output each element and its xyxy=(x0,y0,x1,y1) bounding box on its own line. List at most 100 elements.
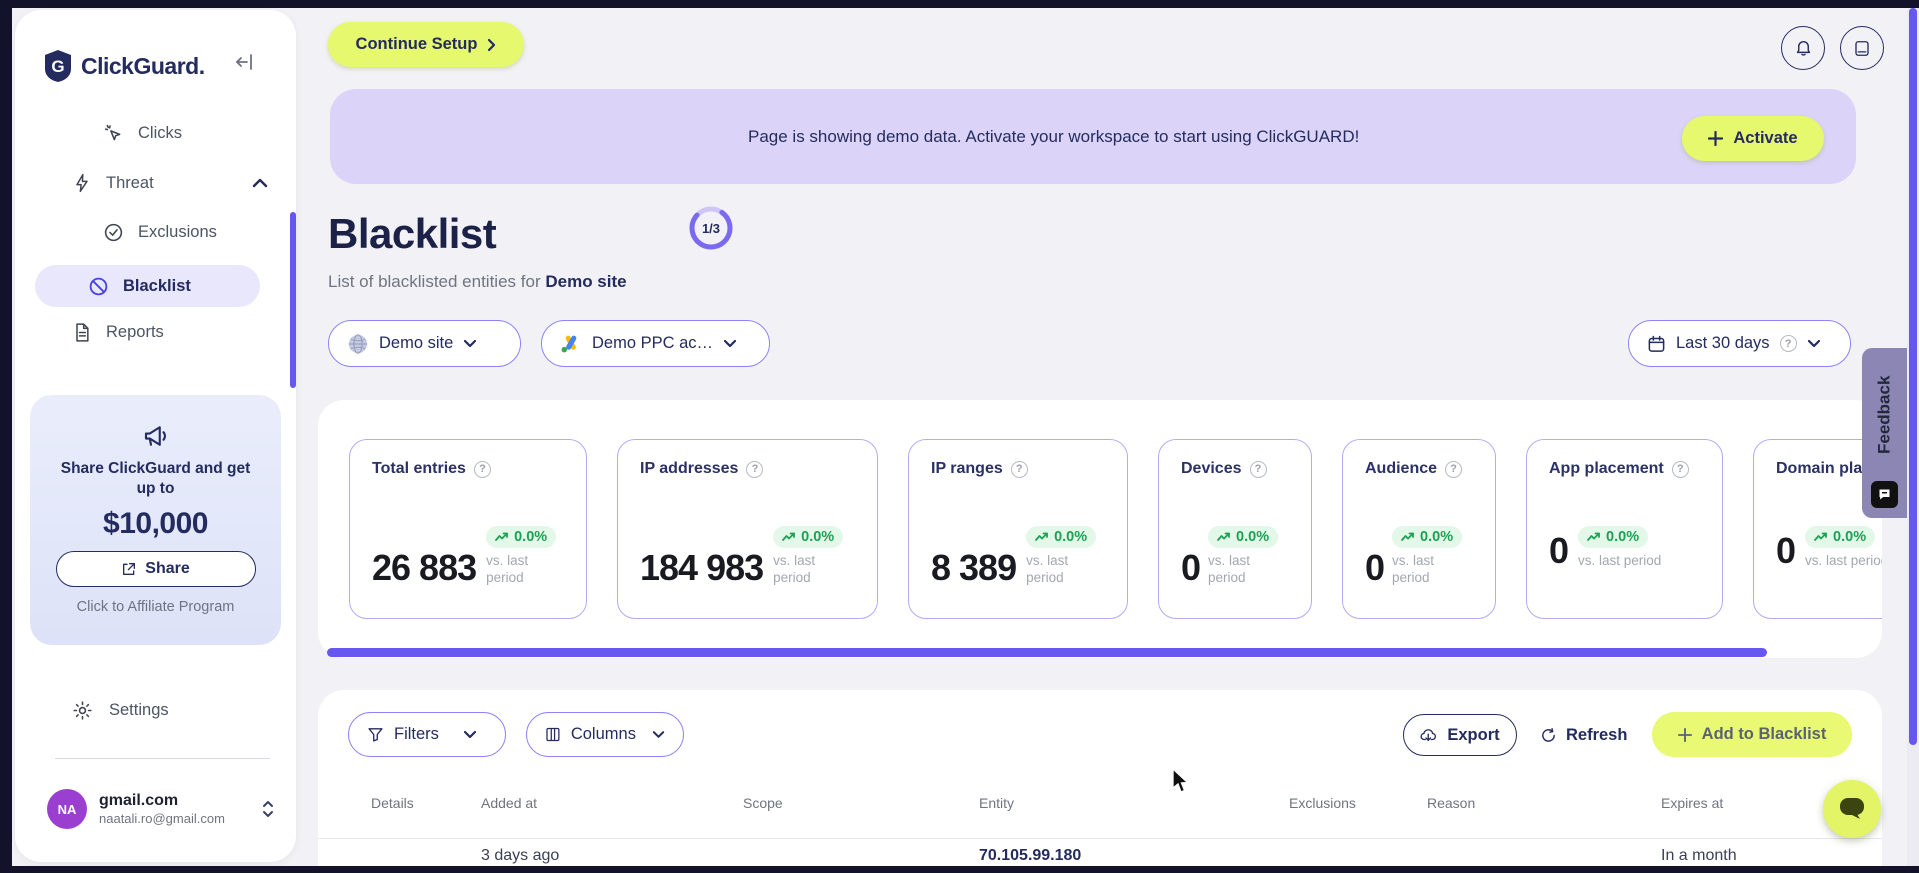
sidebar-item-exclusions[interactable]: Exclusions xyxy=(103,222,217,243)
vs-period-label: vs. last period xyxy=(1805,553,1882,568)
feedback-tab[interactable]: Feedback xyxy=(1862,348,1907,518)
logo: G ClickGuard. xyxy=(43,48,273,84)
columns-icon xyxy=(546,727,560,742)
stat-card-app-placement: App placement? 0 0.0% vs. last period xyxy=(1526,439,1723,619)
column-header-exclusions[interactable]: Exclusions xyxy=(1289,795,1356,811)
delta-badge: 0.0% xyxy=(773,526,844,548)
ppc-account-selector[interactable]: Demo PPC ac… xyxy=(541,320,770,367)
sidebar-item-settings[interactable]: Settings xyxy=(72,700,169,721)
stat-card-total-entries: Total entries? 26 883 0.0% vs. last peri… xyxy=(349,439,587,619)
sidebar-item-label: Threat xyxy=(106,173,154,192)
column-header-details[interactable]: Details xyxy=(371,795,414,811)
sidebar-item-blacklist-active[interactable]: Blacklist xyxy=(35,265,260,307)
trending-up-icon xyxy=(1587,532,1600,541)
filters-dropdown[interactable]: Filters xyxy=(348,712,506,757)
delta-badge: 0.0% xyxy=(1392,526,1463,548)
chevron-down-icon xyxy=(464,339,477,348)
columns-label: Columns xyxy=(570,725,636,743)
sidebar-scrollbar[interactable] xyxy=(290,212,296,388)
site-selector-value: Demo site xyxy=(379,334,454,352)
vs-period-label: vs. last period xyxy=(486,553,529,585)
cloud-download-icon xyxy=(1420,729,1437,741)
column-header-scope[interactable]: Scope xyxy=(743,795,783,811)
help-icon[interactable]: ? xyxy=(746,460,764,478)
ban-icon xyxy=(88,276,109,297)
funnel-icon xyxy=(368,728,383,742)
bell-icon xyxy=(1796,40,1810,56)
cursor-click-icon xyxy=(103,123,124,144)
stat-label: Total entries xyxy=(372,460,466,477)
demo-data-banner: 1/3 Page is showing demo data. Activate … xyxy=(330,89,1856,250)
svg-text:G: G xyxy=(51,57,64,76)
scrollbar-thumb[interactable] xyxy=(327,648,1767,657)
affiliate-link[interactable]: Click to Affiliate Program xyxy=(30,599,281,615)
help-icon[interactable]: ? xyxy=(1671,460,1689,478)
export-button[interactable]: Export xyxy=(1403,714,1517,756)
cards-horizontal-scrollbar[interactable] xyxy=(318,648,1882,657)
columns-dropdown[interactable]: Columns xyxy=(526,712,684,757)
page-title: Blacklist xyxy=(328,210,497,257)
sidebar-item-clicks[interactable]: Clicks xyxy=(103,123,182,144)
delta-badge: 0.0% xyxy=(1208,526,1279,548)
ppc-selector-value: Demo PPC ac… xyxy=(592,334,714,352)
badge-check-icon xyxy=(103,222,124,243)
site-selector[interactable]: Demo site xyxy=(328,320,521,367)
share-button[interactable]: Share xyxy=(55,551,256,587)
trending-up-icon xyxy=(1814,532,1827,541)
calendar-icon xyxy=(1648,335,1665,352)
delta-badge: 0.0% xyxy=(1805,526,1876,548)
sidebar-item-reports[interactable]: Reports xyxy=(72,322,164,343)
megaphone-icon xyxy=(144,426,166,446)
sidebar-item-label: Reports xyxy=(106,323,164,341)
trending-up-icon xyxy=(495,532,509,541)
column-header-expires-at[interactable]: Expires at xyxy=(1661,795,1723,811)
trending-up-icon xyxy=(782,532,796,541)
sidebar-collapse-icon[interactable] xyxy=(235,52,255,72)
refresh-label: Refresh xyxy=(1566,725,1628,744)
add-to-blacklist-button[interactable]: Add to Blacklist xyxy=(1652,712,1852,757)
column-header-entity[interactable]: Entity xyxy=(979,795,1014,811)
column-header-reason[interactable]: Reason xyxy=(1427,795,1475,811)
date-range-selector[interactable]: Last 30 days ? xyxy=(1628,320,1851,367)
trending-up-icon xyxy=(1217,532,1230,541)
subtitle-site-name: Demo site xyxy=(545,272,627,291)
stat-label: Devices xyxy=(1181,460,1242,477)
refresh-button[interactable]: Refresh xyxy=(1540,714,1627,756)
help-icon[interactable]: ? xyxy=(1445,460,1463,478)
trending-up-icon xyxy=(1035,532,1048,541)
help-icon[interactable]: ? xyxy=(1010,460,1028,478)
chevron-down-icon xyxy=(1807,339,1820,348)
scrollbar-thumb[interactable] xyxy=(1909,8,1917,745)
sidebar-item-threat[interactable]: Threat xyxy=(72,172,268,194)
notifications-button[interactable] xyxy=(1781,26,1825,70)
app-screen: G ClickGuard. Clicks Threat Exclusions B… xyxy=(0,0,1919,873)
delta-badge: 0.0% xyxy=(486,526,557,548)
stat-value: 0 xyxy=(1549,530,1569,571)
column-header-added-at[interactable]: Added at xyxy=(481,795,537,811)
stat-label: App placement xyxy=(1549,460,1664,477)
vs-period-label: vs. last period xyxy=(1392,553,1435,585)
plus-icon xyxy=(1708,131,1724,146)
continue-setup-button[interactable]: Continue Setup xyxy=(328,22,524,67)
sidebar-item-label: Blacklist xyxy=(123,276,191,295)
chat-launcher-button[interactable] xyxy=(1823,780,1881,838)
activate-button[interactable]: Activate xyxy=(1682,116,1824,161)
page-vertical-scrollbar[interactable] xyxy=(1907,8,1919,866)
activate-label: Activate xyxy=(1733,129,1798,147)
globe-icon xyxy=(348,333,368,354)
table-header-row: Details Added at Scope Entity Exclusions… xyxy=(318,790,1882,820)
help-icon[interactable]: ? xyxy=(1249,460,1267,478)
help-icon: ? xyxy=(1779,335,1797,352)
sidebar: G ClickGuard. Clicks Threat Exclusions B… xyxy=(15,10,296,862)
cell-entity: 70.105.99.180 xyxy=(979,847,1082,864)
page-subtitle: List of blacklisted entities for Demo si… xyxy=(328,272,627,292)
help-icon[interactable]: ? xyxy=(473,460,491,478)
table-row[interactable]: 3 days ago 70.105.99.180 In a month xyxy=(318,844,1882,866)
vs-period-label: vs. last period xyxy=(1578,553,1662,568)
stat-label: IP addresses xyxy=(640,460,739,477)
sidebar-divider xyxy=(55,758,270,759)
docs-button[interactable] xyxy=(1840,26,1884,70)
delta-badge: 0.0% xyxy=(1026,526,1097,548)
account-switcher[interactable]: NA gmail.com naatali.ro@gmail.com xyxy=(47,786,275,832)
chevron-down-icon xyxy=(723,339,737,348)
